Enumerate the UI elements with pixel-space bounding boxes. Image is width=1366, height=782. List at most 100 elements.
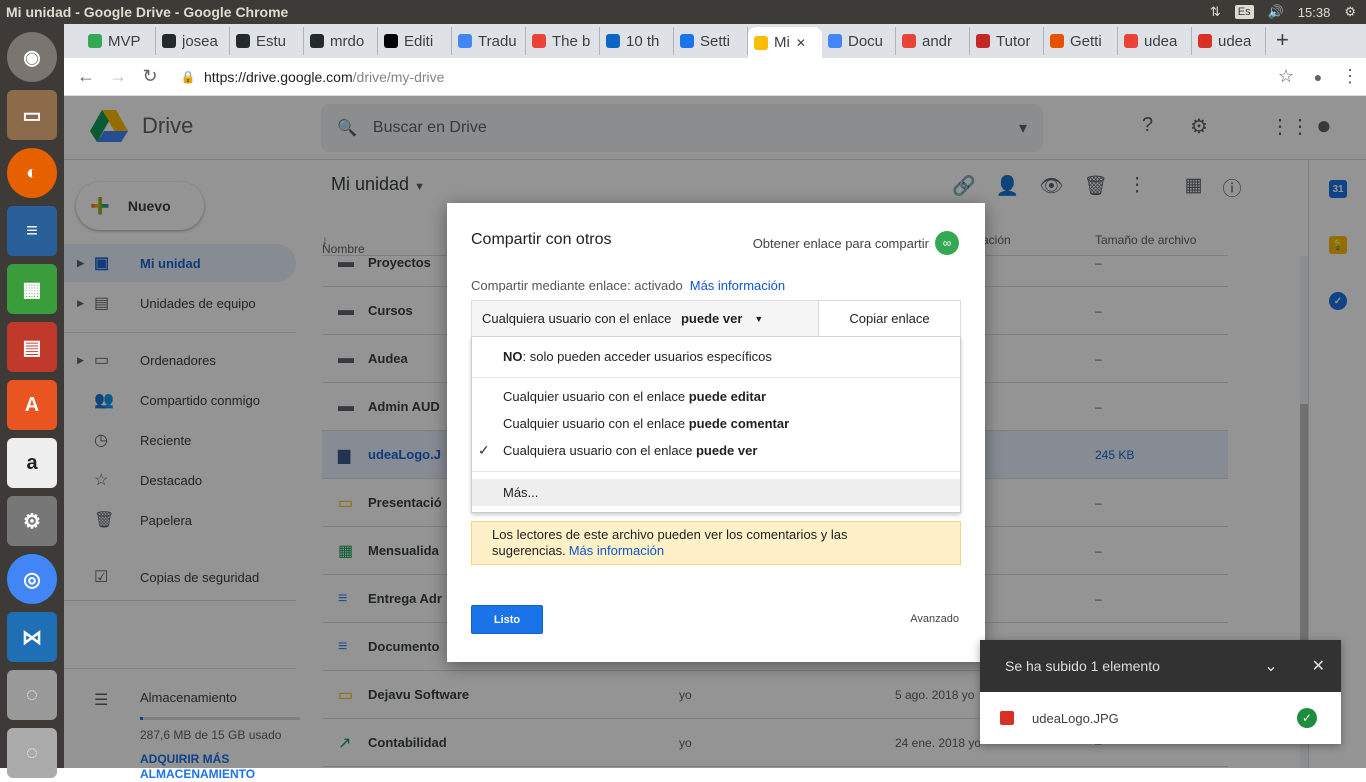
- tab-14[interactable]: udea: [1118, 27, 1192, 55]
- tab-4[interactable]: Editi: [378, 27, 452, 55]
- favicon-icon: [88, 34, 102, 48]
- disk-icon-2[interactable]: ◌: [7, 728, 57, 778]
- favicon-icon: [754, 35, 768, 50]
- menu-item-comment[interactable]: Cualquier usuario con el enlace puede co…: [472, 410, 960, 437]
- tab-13[interactable]: Getti: [1044, 27, 1118, 55]
- favicon-icon: [458, 34, 472, 48]
- tab-5[interactable]: Tradu: [452, 27, 526, 55]
- favicon-icon: [236, 34, 250, 48]
- tab-label: The b: [552, 32, 591, 50]
- tab-8[interactable]: Setti: [674, 27, 748, 55]
- favicon-icon: [310, 34, 324, 48]
- done-button[interactable]: Listo: [471, 605, 543, 634]
- toolbar: ← → ↻ 🔒 https://drive.google.com/drive/m…: [64, 58, 1366, 96]
- window-titlebar: Mi unidad - Google Drive - Google Chrome…: [0, 0, 1366, 24]
- amazon-icon[interactable]: a: [7, 438, 57, 488]
- system-tray: ⇅ Es 🔊 15:38 ⚙: [1210, 4, 1366, 20]
- reload-icon[interactable]: ↻: [134, 66, 166, 87]
- option-text: Más...: [503, 485, 539, 500]
- system-settings-icon[interactable]: ⚙: [7, 496, 57, 546]
- tab-9[interactable]: Mi ✕: [748, 27, 822, 58]
- link-permission-select[interactable]: Cualquiera usuario con el enlace puede v…: [472, 301, 819, 336]
- menu-item-no[interactable]: NO: solo pueden acceder usuarios específ…: [472, 343, 960, 370]
- get-link-button[interactable]: Obtener enlace para compartir ∞: [753, 231, 959, 255]
- tab-12[interactable]: Tutor: [970, 27, 1044, 55]
- vscode-icon[interactable]: ⋈: [7, 612, 57, 662]
- forward-icon[interactable]: →: [102, 66, 134, 87]
- calc-icon[interactable]: ▦: [7, 264, 57, 314]
- checkmark-icon: ✓: [478, 442, 490, 458]
- tab-3[interactable]: mrdo: [304, 27, 378, 55]
- tab-label: Tutor: [996, 32, 1031, 50]
- address-bar[interactable]: https://drive.google.com/drive/my-drive: [204, 69, 1270, 85]
- menu-item-view[interactable]: ✓ Cualquiera usuario con el enlace puede …: [472, 437, 960, 464]
- ubuntu-dash-icon[interactable]: ◉: [7, 32, 57, 82]
- clock[interactable]: 15:38: [1298, 5, 1331, 20]
- more-info-link[interactable]: Más información: [690, 278, 785, 293]
- settings-gear-icon[interactable]: ⚙: [1344, 4, 1356, 20]
- network-icon[interactable]: ⇅: [1210, 4, 1221, 20]
- collapse-icon[interactable]: ⌄: [1264, 656, 1277, 676]
- upload-item[interactable]: udeaLogo.JPG ✓: [980, 692, 1341, 744]
- link-row: Cualquiera usuario con el enlace puede v…: [471, 300, 961, 337]
- caret-down-icon: ▼: [754, 313, 764, 324]
- copy-link-button[interactable]: Copiar enlace: [819, 301, 960, 336]
- url-host: https://drive.google.com: [204, 68, 353, 85]
- get-link-label: Obtener enlace para compartir: [752, 235, 929, 251]
- favicon-icon: [532, 34, 546, 48]
- tab-0[interactable]: MVP: [82, 27, 156, 55]
- close-icon[interactable]: ✕: [1312, 656, 1325, 676]
- tab-label: andr: [922, 32, 953, 50]
- profile-avatar[interactable]: ●: [1302, 69, 1334, 85]
- tab-10[interactable]: Docu: [822, 27, 896, 55]
- option-bold: puede ver: [695, 443, 758, 458]
- option-text: Cualquier usuario con el enlace: [503, 416, 689, 431]
- tab-label: Mi: [774, 34, 790, 51]
- window-title: Mi unidad - Google Drive - Google Chrome: [6, 4, 289, 20]
- bookmark-star-icon[interactable]: ☆: [1270, 66, 1302, 87]
- tab-label: MVP: [108, 32, 141, 50]
- tab-label: udea: [1218, 32, 1252, 50]
- upload-title: Se ha subido 1 elemento: [1005, 658, 1160, 674]
- warning-banner: Los lectores de este archivo pueden ver …: [471, 521, 961, 565]
- new-tab-button[interactable]: +: [1276, 27, 1289, 53]
- option-text: Cualquier usuario con el enlace: [503, 389, 689, 404]
- favicon-icon: [384, 34, 398, 48]
- software-center-icon[interactable]: A: [7, 380, 57, 430]
- option-bold: NO: [503, 349, 523, 364]
- keyboard-layout[interactable]: Es: [1234, 5, 1254, 19]
- tab-strip: MVP josea Estu mrdo Editi Tradu The b 10 th Sett…: [64, 24, 1366, 58]
- warning-more-info-link[interactable]: Más información: [569, 543, 664, 558]
- favicon-icon: [680, 34, 694, 48]
- impress-icon[interactable]: ▤: [7, 322, 57, 372]
- files-icon[interactable]: ▭: [7, 90, 57, 140]
- disk-icon[interactable]: ◌: [7, 670, 57, 720]
- chrome-icon[interactable]: ◎: [7, 554, 57, 604]
- tab-label: Setti: [700, 32, 731, 50]
- browser-chrome: MVP josea Estu mrdo Editi Tradu The b 10 th Sett…: [64, 24, 1366, 96]
- warning-text: Los lectores de este archivo pueden ver …: [492, 527, 848, 558]
- tab-15[interactable]: udea: [1192, 27, 1266, 55]
- advanced-link[interactable]: Avanzado: [910, 613, 959, 625]
- back-icon[interactable]: ←: [70, 66, 102, 87]
- ubuntu-launcher: ◉ ▭ ◐ ≡ ▦ ▤ A a ⚙ ◎ ⋈ ◌ ◌: [0, 24, 64, 778]
- tab-6[interactable]: The b: [526, 27, 600, 55]
- option-bold: puede editar: [688, 389, 767, 404]
- menu-item-edit[interactable]: Cualquier usuario con el enlace puede ed…: [472, 383, 960, 410]
- tab-7[interactable]: 10 th: [600, 27, 674, 55]
- close-tab-icon[interactable]: ✕: [796, 36, 806, 50]
- dialog-title: Compartir con otros: [471, 231, 612, 248]
- tab-11[interactable]: andr: [896, 27, 970, 55]
- volume-icon[interactable]: 🔊: [1268, 4, 1284, 20]
- option-text: : solo pueden acceder usuarios específic…: [522, 349, 772, 364]
- chrome-menu-icon[interactable]: ⋮: [1334, 66, 1366, 87]
- favicon-icon: [828, 34, 842, 48]
- firefox-icon[interactable]: ◐: [7, 148, 57, 198]
- url-path: /drive/my-drive: [352, 68, 445, 85]
- link-icon: ∞: [935, 231, 959, 255]
- tab-label: Estu: [256, 32, 287, 50]
- tab-2[interactable]: Estu: [230, 27, 304, 55]
- menu-item-more[interactable]: Más...: [472, 479, 960, 506]
- writer-icon[interactable]: ≡: [7, 206, 57, 256]
- tab-1[interactable]: josea: [156, 27, 230, 55]
